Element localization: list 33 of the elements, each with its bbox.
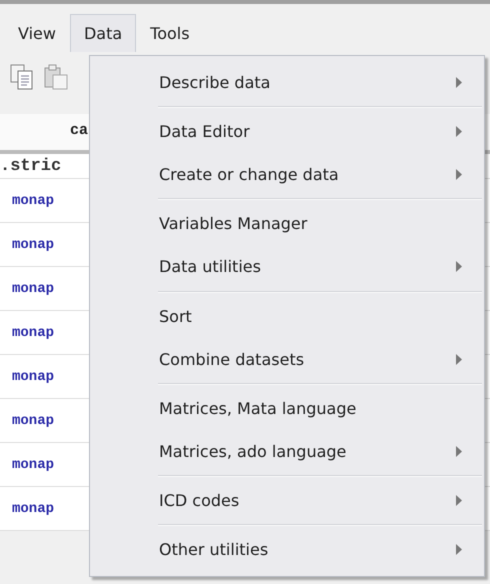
submenu-arrow-icon [456,261,462,272]
submenu-arrow-icon [456,544,462,556]
submenu-arrow-icon [456,446,462,457]
menu-item[interactable]: ICD codes [90,478,484,522]
table-cell: monap [12,412,54,428]
submenu-arrow-icon [456,169,462,180]
submenu-arrow-icon [456,126,462,138]
table-cell: monap [12,280,54,296]
table-cell: .stric [0,156,62,176]
menu-item[interactable]: Sort [90,294,484,338]
submenu-arrow-icon [456,494,462,506]
menu-item[interactable]: Variables Manager [90,202,484,246]
table-cell: monap [12,192,54,208]
submenu-arrow-icon [456,354,462,365]
menu-item[interactable]: Data Editor [90,110,484,154]
table-cell: monap [12,456,54,472]
copy-icon[interactable] [10,64,34,90]
menu-item[interactable]: Other utilities [90,528,484,572]
table-cell: monap [12,324,54,340]
menu-item[interactable]: Matrices, ado language [90,430,484,473]
table-cell: monap [12,500,54,516]
table-cell: monap [12,368,54,384]
menu-bar-item[interactable]: Data [70,14,136,52]
menu-bar-item[interactable]: Tools [136,14,204,52]
menu-item[interactable]: Describe data [90,61,484,104]
menu-bar-item[interactable]: View [4,14,70,52]
menu-item[interactable]: Combine datasets [90,338,484,381]
submenu-arrow-icon [456,77,462,88]
paste-icon[interactable] [44,64,68,90]
table-cell: monap [12,236,54,252]
menu-item[interactable]: Create or change data [90,153,484,196]
menu-item[interactable]: Matrices, Mata language [90,386,484,430]
menu-item[interactable]: Data utilities [90,245,484,289]
